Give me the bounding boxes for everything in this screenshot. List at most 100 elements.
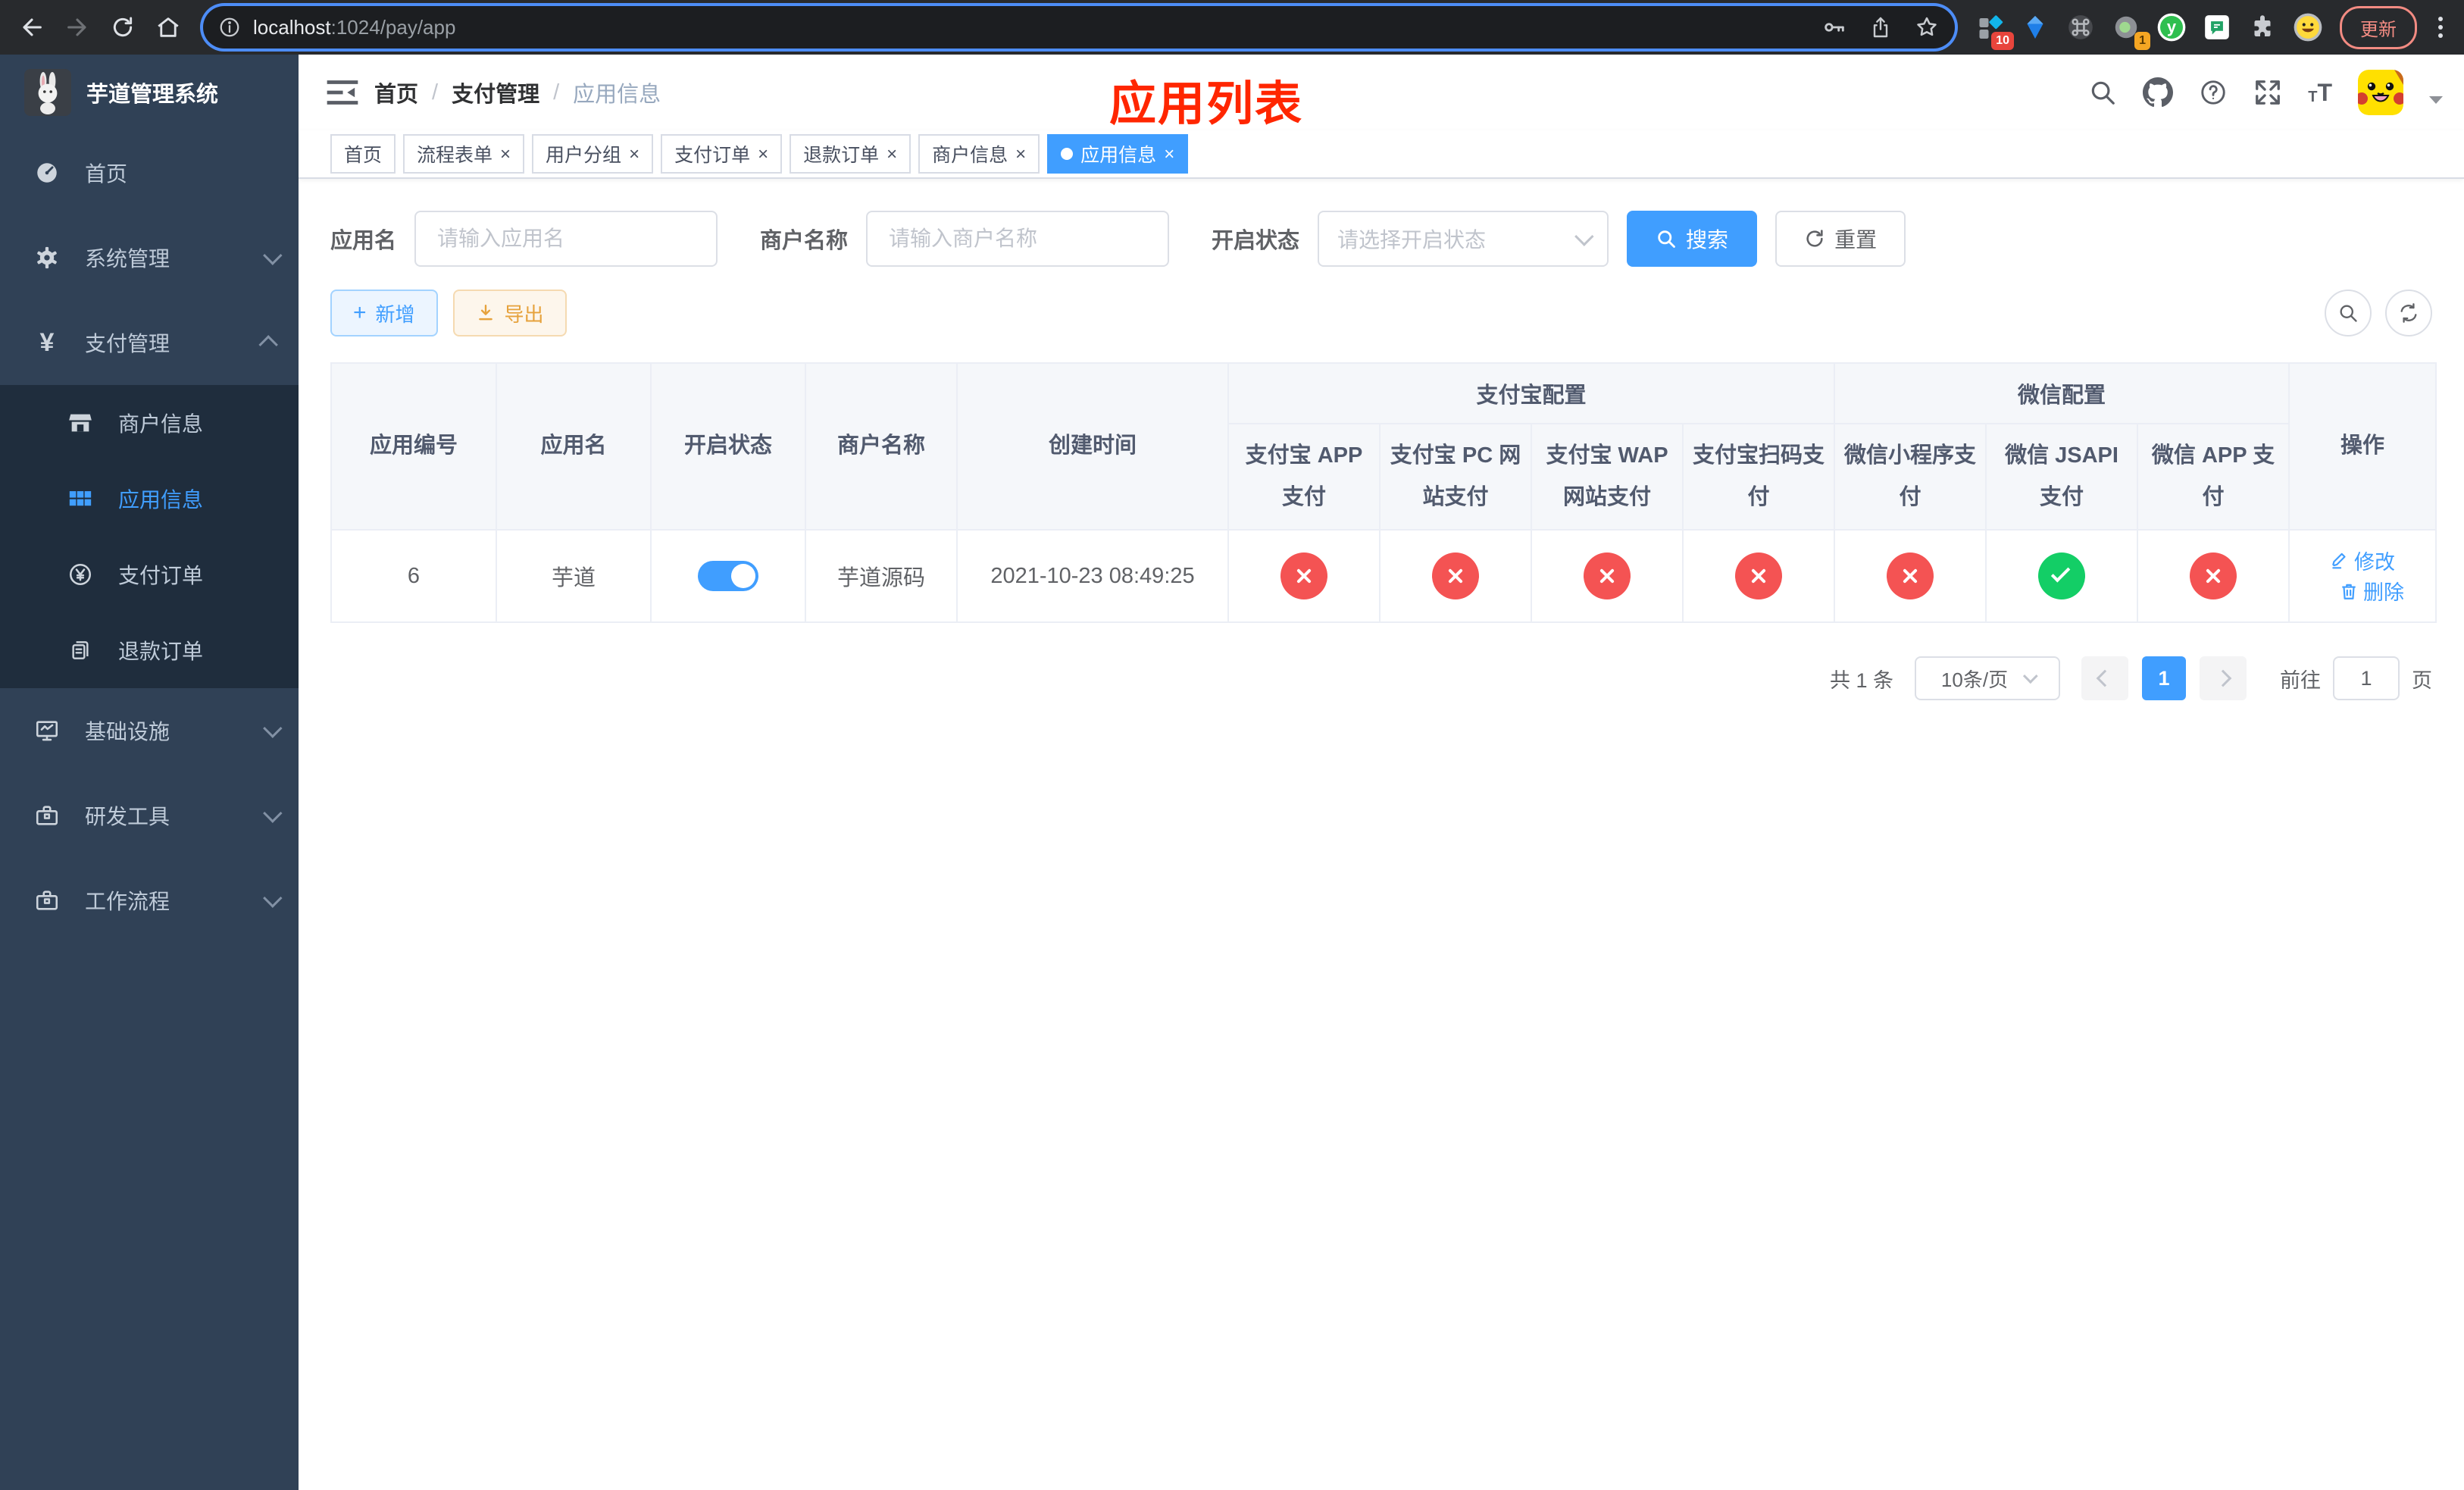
sidebar-item-label: 工作流程 <box>85 890 170 913</box>
reset-button[interactable]: 重置 <box>1775 211 1906 267</box>
fullscreen-icon[interactable] <box>2253 78 2282 107</box>
status-wechat-jsapi-icon <box>2038 552 2086 599</box>
sidebar-collapse-icon[interactable] <box>326 79 359 106</box>
browser-reload-icon[interactable] <box>103 8 142 47</box>
extension-recorder-icon[interactable]: 1 <box>2106 8 2150 50</box>
extensions-puzzle-icon[interactable] <box>2243 8 2282 47</box>
enabled-toggle[interactable] <box>698 561 758 591</box>
status-alipay-wap-icon <box>1584 552 1631 599</box>
browser-home-icon[interactable] <box>149 8 188 47</box>
group-wechat-config: 微信配置 <box>1834 362 2290 424</box>
header-search-icon[interactable] <box>2088 78 2117 107</box>
sidebar-item-app-info[interactable]: 应用信息 <box>0 461 299 537</box>
tab-pay-order[interactable]: 支付订单 <box>661 134 783 174</box>
sidebar-item-merchant-info[interactable]: 商户信息 <box>0 385 299 461</box>
col-alipay-app: 支付宝 APP 支付 <box>1227 423 1381 531</box>
toggle-search-button[interactable] <box>2325 290 2372 337</box>
address-bar[interactable]: localhost:1024/pay/app <box>203 6 1955 49</box>
delete-link[interactable]: 删除 <box>2339 576 2404 606</box>
next-page-button[interactable] <box>2200 656 2247 700</box>
browser-profile-avatar[interactable] <box>2288 8 2328 47</box>
close-icon[interactable] <box>1015 143 1026 165</box>
col-alipay-qr: 支付宝扫码支付 <box>1681 423 1836 531</box>
sidebar-item-payment[interactable]: ¥ 支付管理 <box>0 300 299 385</box>
goto-page-input[interactable] <box>2333 656 2400 700</box>
sidebar: 芋道管理系统 首页 系统管理 ¥ 支付管理 商户信息 应用信息 支付订单 退款订… <box>0 55 299 1490</box>
search-button[interactable]: 搜索 <box>1627 211 1758 267</box>
sidebar-item-home[interactable]: 首页 <box>0 130 299 215</box>
total-count: 共 1 条 <box>1829 668 1893 692</box>
col-created: 创建时间 <box>956 362 1229 531</box>
page-number-1[interactable]: 1 <box>2142 656 2186 700</box>
page-unit-label: 页 <box>2412 668 2432 692</box>
breadcrumb-separator: / <box>553 80 560 105</box>
extension-yudao-icon[interactable]: y <box>2152 8 2191 47</box>
app-name-input[interactable] <box>414 211 718 267</box>
yen-circle-icon <box>67 562 94 587</box>
font-size-icon[interactable]: TT <box>2308 80 2332 105</box>
sidebar-item-label: 支付订单 <box>118 564 204 587</box>
close-icon[interactable] <box>629 143 639 165</box>
breadcrumb-payment[interactable]: 支付管理 <box>452 77 539 108</box>
page-size-select[interactable]: 10条/页 <box>1915 656 2060 700</box>
active-dot <box>1061 148 1074 160</box>
sidebar-item-label: 支付管理 <box>85 332 170 355</box>
table-row: 6 芋道 芋道源码 2021-10-23 08:49:25 修改 删除 <box>330 529 2437 623</box>
extension-tabs-icon[interactable]: 10 <box>1970 8 2014 50</box>
github-icon[interactable] <box>2143 77 2174 108</box>
chevron-down-icon <box>263 888 283 908</box>
chevron-down-icon[interactable] <box>2429 96 2443 104</box>
monitor-icon <box>33 718 61 743</box>
col-app-name: 应用名 <box>496 362 652 531</box>
edit-link[interactable]: 修改 <box>2330 546 2395 575</box>
sidebar-item-devtools[interactable]: 研发工具 <box>0 773 299 858</box>
sidebar-item-label: 商户信息 <box>118 412 204 436</box>
pagination: 共 1 条 10条/页 1 前往 页 <box>330 656 2432 700</box>
sidebar-logo[interactable]: 芋道管理系统 <box>0 55 299 130</box>
close-icon[interactable] <box>886 143 897 165</box>
browser-forward-icon[interactable] <box>58 8 97 47</box>
sidebar-item-workflow[interactable]: 工作流程 <box>0 858 299 943</box>
prev-page-button[interactable] <box>2081 656 2128 700</box>
extension-badge: 10 <box>1991 32 2014 50</box>
url-text: localhost:1024/pay/app <box>253 15 456 39</box>
tab-process-form[interactable]: 流程表单 <box>403 134 525 174</box>
add-button[interactable]: + 新增 <box>330 290 438 337</box>
extension-gem-icon[interactable] <box>2015 8 2055 47</box>
close-icon[interactable] <box>1164 143 1174 165</box>
browser-menu-icon[interactable] <box>2429 17 2452 38</box>
pen-icon <box>2332 552 2346 569</box>
tab-user-group[interactable]: 用户分组 <box>532 134 654 174</box>
share-icon[interactable] <box>1868 15 1893 39</box>
site-info-icon[interactable] <box>218 16 241 39</box>
extension-y-label: y <box>2166 17 2177 36</box>
tab-refund-order[interactable]: 退款订单 <box>790 134 911 174</box>
tab-app-info[interactable]: 应用信息 <box>1047 134 1189 174</box>
logo-rabbit-icon <box>24 69 71 116</box>
merchant-name-input[interactable] <box>866 211 1170 267</box>
browser-toolbar: localhost:1024/pay/app 10 1 y 更新 <box>0 0 2464 55</box>
export-button[interactable]: 导出 <box>452 290 567 337</box>
breadcrumb-home[interactable]: 首页 <box>374 77 418 108</box>
sidebar-item-pay-order[interactable]: 支付订单 <box>0 537 299 612</box>
browser-back-icon[interactable] <box>12 8 52 47</box>
refresh-table-button[interactable] <box>2385 290 2432 337</box>
extension-chat-icon[interactable] <box>2197 8 2237 47</box>
close-icon[interactable] <box>500 143 511 165</box>
status-select[interactable]: 请选择开启状态 <box>1318 211 1609 267</box>
help-icon[interactable] <box>2199 78 2228 107</box>
tab-merchant-info[interactable]: 商户信息 <box>918 134 1040 174</box>
user-avatar[interactable] <box>2358 70 2403 115</box>
password-key-icon[interactable] <box>1821 14 1847 40</box>
toolbox-icon <box>33 887 61 913</box>
status-label: 开启状态 <box>1212 229 1300 253</box>
sidebar-item-infra[interactable]: 基础设施 <box>0 688 299 773</box>
close-icon[interactable] <box>758 143 768 165</box>
col-app-id: 应用编号 <box>330 362 497 531</box>
sidebar-item-refund-order[interactable]: 退款订单 <box>0 612 299 688</box>
extension-command-icon[interactable] <box>2061 8 2100 47</box>
tab-home[interactable]: 首页 <box>330 134 396 174</box>
chrome-update-button[interactable]: 更新 <box>2340 5 2417 49</box>
bookmark-star-icon[interactable] <box>1914 14 1940 40</box>
sidebar-item-system[interactable]: 系统管理 <box>0 215 299 300</box>
